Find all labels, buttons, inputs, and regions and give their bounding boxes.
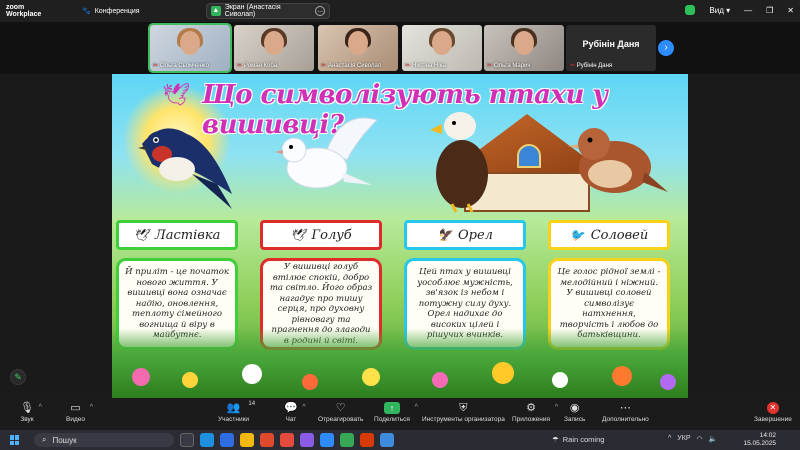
- dove-icon: 🕊: [162, 82, 190, 107]
- mic-muted-icon: ✂: [321, 63, 327, 69]
- chat-icon: 💬: [284, 402, 298, 414]
- participant-strip: ✂ Ольга Сьомченко ✂ Роман Коба ✂ Анастасія …: [0, 22, 800, 74]
- zoom-logo: zoom Workplace: [6, 4, 42, 18]
- powerpoint-icon[interactable]: [360, 433, 374, 447]
- pencil-icon: ✎: [14, 372, 22, 382]
- mic-muted-icon: ✂: [237, 63, 243, 69]
- swallow-icon: 🕊: [133, 228, 149, 242]
- more-icon: ⋯: [619, 402, 631, 414]
- shared-screen-slide: 🕊 Що символізують птахи у вишивці? 🕊 Лас…: [112, 74, 688, 398]
- flower-meadow: [112, 328, 688, 398]
- microphone-icon: 🎙: [20, 402, 34, 414]
- pinned-apps: [180, 433, 394, 447]
- reactions-button[interactable]: ♡ Отреагировать: [318, 402, 363, 423]
- search-icon: ⌕: [42, 435, 47, 444]
- chevron-up-icon[interactable]: ^: [39, 404, 42, 411]
- rain-cloud-icon: ☂: [552, 435, 559, 444]
- end-meeting-button[interactable]: ✕ Завершение: [754, 402, 792, 423]
- nightingale-icon: 🐦: [569, 228, 585, 242]
- share-screen-icon: ▲: [211, 6, 221, 16]
- chevron-up-icon[interactable]: ^: [555, 404, 558, 411]
- windows-taskbar: ⌕ Пошук ☂ Rain coming ^ УКР ◠ 🔈 14:02 15…: [0, 430, 800, 450]
- share-button[interactable]: ↑ Поделиться ^: [374, 402, 418, 423]
- zoom-icon[interactable]: [320, 433, 334, 447]
- card-header-nightingale: 🐦 Соловей: [548, 220, 670, 250]
- edge-icon[interactable]: [200, 433, 214, 447]
- participant-tile[interactable]: ✂ Роман Коба: [234, 25, 314, 71]
- pdf-icon[interactable]: [280, 433, 294, 447]
- nightingale-illustration: [568, 128, 668, 193]
- record-icon: ◉: [569, 402, 580, 414]
- dove-illustration: [275, 117, 378, 189]
- apps-button[interactable]: ⚙ Приложения ^: [512, 402, 558, 423]
- speaker-icon[interactable]: 🔈: [709, 435, 718, 443]
- language-indicator[interactable]: УКР: [677, 435, 690, 443]
- close-icon[interactable]: ✕: [787, 6, 794, 15]
- mic-muted-icon: ✂: [405, 63, 411, 69]
- chevron-up-icon[interactable]: ^: [668, 435, 671, 443]
- meeting-toolbar: 🎙 Звук ^ ▭ Видео ^ 👥 Участники 14 💬 Чат ^ ♡ Отреа…: [0, 398, 800, 430]
- weather-widget[interactable]: ☂ Rain coming: [552, 435, 604, 444]
- security-shield-icon[interactable]: [685, 5, 696, 15]
- chevron-up-icon[interactable]: ^: [302, 404, 305, 411]
- maximize-icon[interactable]: ❐: [766, 6, 773, 15]
- chrome-icon[interactable]: [340, 433, 354, 447]
- title-bar: zoom Workplace 🐾 Конференция ▲ Экран (Ан…: [0, 0, 800, 22]
- heart-icon: ♡: [335, 402, 346, 414]
- video-button[interactable]: ▭ Видео ^: [66, 402, 93, 423]
- record-button[interactable]: ◉ Запись: [564, 402, 585, 423]
- card-header-dove: 🕊 Голуб: [260, 220, 382, 250]
- participants-button[interactable]: 👥 Участники 14: [218, 401, 255, 423]
- chevron-up-icon[interactable]: ^: [415, 404, 418, 411]
- participant-tile[interactable]: ✂ Ольга Марич: [484, 25, 564, 71]
- apps-icon: ⚙: [526, 402, 536, 414]
- participant-tile[interactable]: ✂ Анастасія Сиволап: [318, 25, 398, 71]
- audio-button[interactable]: 🎙 Звук ^: [20, 402, 42, 423]
- window-controls: Вид ▾ — ❐ ✕: [685, 5, 794, 15]
- conference-menu[interactable]: 🐾 Конференция: [82, 7, 140, 16]
- chevron-up-icon[interactable]: ^: [90, 404, 93, 411]
- windows-start-icon[interactable]: [10, 435, 20, 445]
- host-tools-button[interactable]: ⛨ Инструменты организатора: [422, 402, 505, 423]
- chat-button[interactable]: 💬 Чат ^: [284, 402, 306, 423]
- task-view-icon[interactable]: [180, 433, 194, 447]
- annotate-pencil-button[interactable]: ✎: [10, 369, 26, 385]
- screen-share-indicator[interactable]: ▲ Экран (Анастасія Сиволап) …: [206, 3, 330, 19]
- shield-icon: ⛨: [459, 402, 468, 414]
- mic-muted-icon: ✂: [153, 63, 159, 69]
- more-button[interactable]: ⋯ Дополнительно: [602, 402, 649, 423]
- taskbar-clock[interactable]: 14:02 15.05.2025: [743, 432, 776, 448]
- file-explorer-icon[interactable]: [240, 433, 254, 447]
- camera-icon: ▭: [70, 402, 81, 414]
- paw-icon: 🐾: [82, 8, 91, 15]
- system-tray: ^ УКР ◠ 🔈: [668, 435, 717, 443]
- next-page-button[interactable]: ›: [658, 40, 674, 56]
- minimize-icon[interactable]: —: [744, 6, 752, 15]
- mic-muted-icon: ✂: [570, 63, 576, 69]
- eagle-icon: 🦅: [437, 228, 452, 242]
- store-icon[interactable]: [380, 433, 394, 447]
- app-icon[interactable]: [300, 433, 314, 447]
- card-header-eagle: 🦅 Орел: [404, 220, 526, 250]
- card-header-swallow: 🕊 Ластівка: [116, 220, 238, 250]
- office-icon[interactable]: [260, 433, 274, 447]
- taskbar-search[interactable]: ⌕ Пошук: [34, 433, 174, 447]
- slide-title-box: 🕊 Що символізують птахи у вишивці?: [152, 78, 652, 140]
- participants-icon: 👥: [226, 402, 241, 414]
- share-screen-icon: ↑: [383, 402, 400, 414]
- chevron-right-icon: ›: [664, 42, 668, 53]
- dove-icon: 🕊: [290, 228, 306, 242]
- more-options-icon[interactable]: …: [315, 6, 325, 16]
- close-icon: ✕: [766, 402, 779, 414]
- view-menu[interactable]: Вид ▾: [709, 6, 730, 15]
- participant-tile-no-video[interactable]: Рубінін Даня ✂ Рубінін Даня: [566, 25, 656, 71]
- participant-tile[interactable]: ✂ Ольга Сьомченко: [148, 23, 232, 73]
- wifi-icon[interactable]: ◠: [697, 435, 703, 443]
- participant-tile[interactable]: ✂ Нікітіна Ніка: [402, 25, 482, 71]
- word-icon[interactable]: [220, 433, 234, 447]
- mic-muted-icon: ✂: [487, 63, 493, 69]
- house-window: [517, 144, 541, 168]
- eagle-illustration: [430, 112, 488, 213]
- swallow-illustration: [138, 128, 232, 209]
